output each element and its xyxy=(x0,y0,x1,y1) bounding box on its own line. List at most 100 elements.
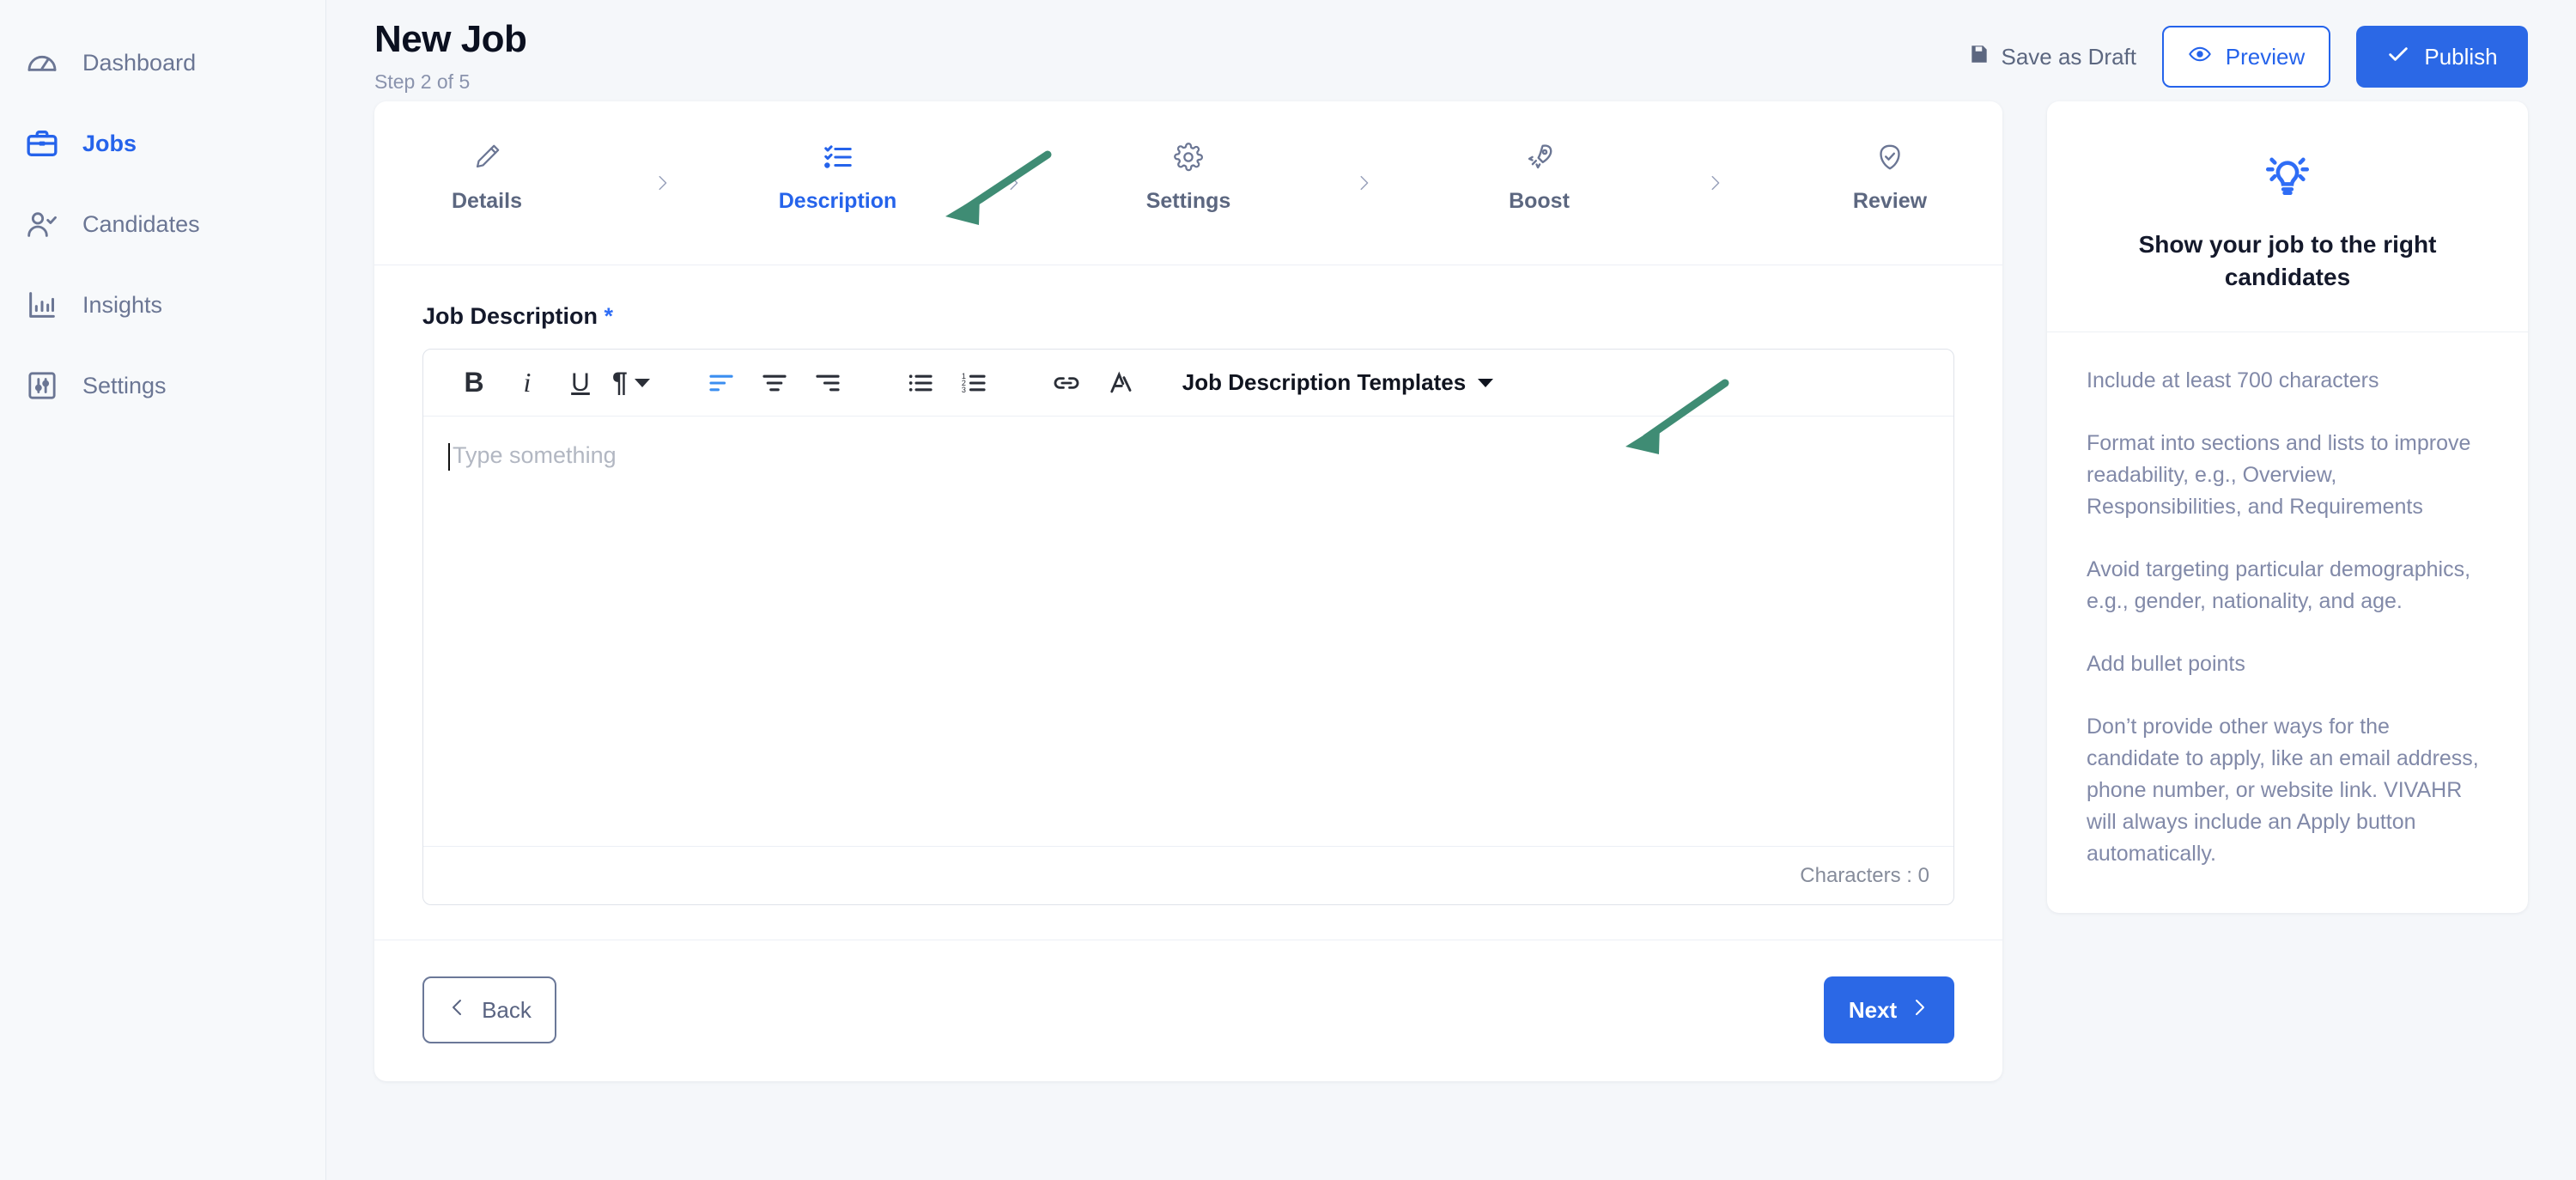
next-button[interactable]: Next xyxy=(1824,976,1954,1043)
wizard-separator xyxy=(902,139,1125,198)
gauge-icon xyxy=(24,45,60,81)
chevron-left-icon xyxy=(447,997,468,1024)
gear-icon xyxy=(1173,139,1204,175)
italic-button[interactable]: i xyxy=(501,356,554,410)
form-body: Job Description * B i U ¶ 1 2 3 Job Desc… xyxy=(374,265,2002,940)
job-description-label: Job Description * xyxy=(422,303,1954,330)
text-caret xyxy=(448,443,450,471)
sliders-icon xyxy=(24,368,60,404)
tip-item: Format into sections and lists to improv… xyxy=(2087,430,2471,519)
sidebar-item-label: Jobs xyxy=(82,130,137,156)
sidebar-item-label: Candidates xyxy=(82,210,200,237)
underline-button[interactable]: U xyxy=(554,356,607,410)
save-icon xyxy=(1968,43,1990,71)
editor-toolbar: B i U ¶ 1 2 3 Job Description Templates xyxy=(423,350,1953,417)
align-right-button[interactable] xyxy=(801,356,854,410)
check-icon xyxy=(2386,42,2410,72)
save-as-draft-label: Save as Draft xyxy=(2001,43,2136,70)
bold-button[interactable]: B xyxy=(447,356,501,410)
wizard-step-settings[interactable]: Settings xyxy=(1124,139,1253,212)
clear-formatting-button[interactable] xyxy=(1093,356,1146,410)
preview-button[interactable]: Preview xyxy=(2162,26,2330,88)
title-block: New Job Step 2 of 5 xyxy=(374,15,527,94)
chevron-down-icon xyxy=(1478,378,1494,387)
wizard-step-details[interactable]: Details xyxy=(422,139,551,212)
numbered-list-button[interactable]: 1 2 3 xyxy=(947,356,1000,410)
sidebar-item-jobs[interactable]: Jobs xyxy=(0,103,325,184)
back-label: Back xyxy=(482,996,532,1023)
tips-list: Include at least 700 characters Format i… xyxy=(2047,332,2528,879)
job-description-label-text: Job Description xyxy=(422,303,598,329)
align-left-button[interactable] xyxy=(695,356,748,410)
character-count: Characters : 0 xyxy=(1800,863,1929,887)
checklist-icon xyxy=(822,139,854,175)
briefcase-icon xyxy=(24,125,60,161)
sidebar-item-candidates[interactable]: Candidates xyxy=(0,184,325,265)
paragraph-style-dropdown[interactable]: ¶ xyxy=(607,356,655,410)
align-center-button[interactable] xyxy=(748,356,801,410)
wizard-step-label: Details xyxy=(452,189,522,213)
chevron-right-icon xyxy=(1909,997,1929,1024)
tip-item: Avoid targeting particular demographics,… xyxy=(2087,557,2471,613)
step-wizard: Details Description Settings Boost Revie… xyxy=(374,101,2002,265)
wizard-step-review[interactable]: Review xyxy=(1826,139,1954,212)
sidebar-item-label: Insights xyxy=(82,291,163,318)
tip-item: Don’t provide other ways for the candida… xyxy=(2087,714,2479,866)
editor-placeholder-text: Type something xyxy=(453,442,617,468)
preview-label: Preview xyxy=(2225,43,2306,70)
pen-icon xyxy=(471,139,502,175)
wizard-step-label: Description xyxy=(778,189,897,213)
card-footer: Back Next xyxy=(374,940,2002,1081)
editor-footer: Characters : 0 xyxy=(423,846,1953,904)
back-button[interactable]: Back xyxy=(422,976,556,1043)
paragraph-icon: ¶ xyxy=(612,367,628,398)
wizard-separator xyxy=(1253,139,1475,198)
tips-header: Show your job to the right candidates xyxy=(2047,101,2528,331)
wizard-separator xyxy=(551,139,774,198)
sidebar-item-label: Settings xyxy=(82,372,167,398)
job-description-templates-dropdown[interactable]: Job Description Templates xyxy=(1182,369,1494,396)
lightbulb-icon xyxy=(2085,149,2490,199)
insert-link-button[interactable] xyxy=(1040,356,1093,410)
rocket-icon xyxy=(1524,139,1555,175)
publish-label: Publish xyxy=(2424,43,2498,70)
wizard-separator xyxy=(1604,139,1826,198)
wizard-step-label: Boost xyxy=(1509,189,1570,213)
sidebar-item-label: Dashboard xyxy=(82,49,197,76)
step-indicator-text: Step 2 of 5 xyxy=(374,70,471,93)
app-root: Dashboard Jobs Candidates Insights Setti… xyxy=(0,0,2576,1180)
sidebar: Dashboard Jobs Candidates Insights Setti… xyxy=(0,0,326,1180)
bar-chart-icon xyxy=(24,287,60,323)
sidebar-item-dashboard[interactable]: Dashboard xyxy=(0,22,325,103)
content-row: Details Description Settings Boost Revie… xyxy=(326,101,2576,1081)
save-as-draft-button[interactable]: Save as Draft xyxy=(1968,43,2136,71)
sidebar-item-settings[interactable]: Settings xyxy=(0,345,325,426)
tips-panel: Show your job to the right candidates In… xyxy=(2047,101,2528,913)
editor-placeholder: Type something xyxy=(448,442,617,471)
required-marker: * xyxy=(604,303,614,329)
check-circle-icon xyxy=(1874,139,1905,175)
tip-item: Include at least 700 characters xyxy=(2087,368,2379,392)
page-title: New Job xyxy=(374,18,527,60)
wizard-step-label: Settings xyxy=(1145,189,1231,213)
eye-icon xyxy=(2188,42,2212,72)
svg-text:3: 3 xyxy=(962,386,966,394)
rich-text-editor: B i U ¶ 1 2 3 Job Description Templates … xyxy=(422,349,1954,905)
wizard-step-label: Review xyxy=(1852,189,1928,213)
tips-title: Show your job to the right candidates xyxy=(2138,231,2437,290)
editor-text-area[interactable]: Type something xyxy=(423,417,1953,846)
wizard-step-boost[interactable]: Boost xyxy=(1475,139,1604,212)
job-form-card: Details Description Settings Boost Revie… xyxy=(374,101,2002,1081)
page-header: New Job Step 2 of 5 Save as Draft Previe… xyxy=(326,0,2576,101)
main-area: New Job Step 2 of 5 Save as Draft Previe… xyxy=(326,0,2576,1180)
templates-label: Job Description Templates xyxy=(1182,369,1467,395)
publish-button[interactable]: Publish xyxy=(2356,26,2528,88)
sidebar-item-insights[interactable]: Insights xyxy=(0,265,325,345)
chevron-down-icon xyxy=(634,378,650,387)
user-check-icon xyxy=(24,206,60,242)
tip-item: Add bullet points xyxy=(2087,651,2245,676)
header-actions: Save as Draft Preview Publish xyxy=(1968,15,2528,88)
wizard-step-description[interactable]: Description xyxy=(774,139,902,212)
bullet-list-button[interactable] xyxy=(894,356,947,410)
next-label: Next xyxy=(1848,996,1898,1023)
